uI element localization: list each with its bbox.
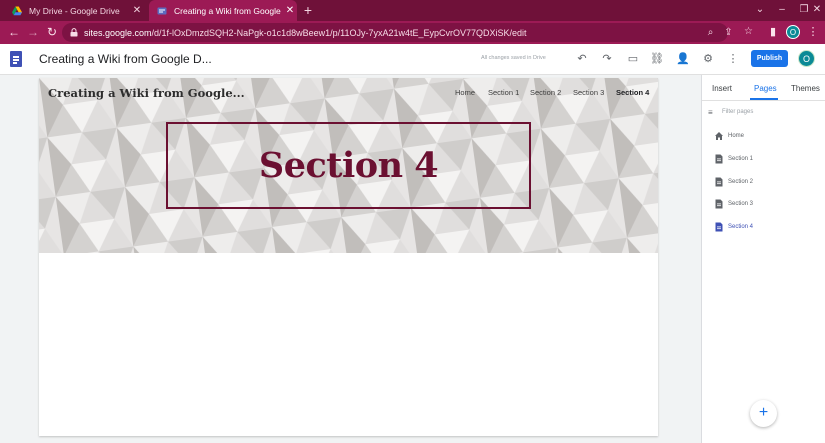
browser-profile-avatar[interactable]: O	[786, 25, 800, 39]
site-nav-section-2[interactable]: Section 2	[530, 88, 561, 97]
lock-icon	[70, 28, 78, 37]
page-item-section-1[interactable]: Section 1	[702, 152, 825, 168]
page-title-box[interactable]: Section 4	[166, 122, 531, 209]
more-vert-icon[interactable]: ⋮	[726, 52, 740, 66]
site-name[interactable]: Creating a Wiki from Google...	[48, 86, 245, 100]
url-path: /d/1f-lOxDmzdSQH2-NaPgk-o1c1d8wBeew1/p/1…	[151, 27, 527, 38]
page-title: Section 4	[258, 145, 439, 186]
close-icon[interactable]: ✕	[130, 5, 144, 16]
zoom-search-icon[interactable]: ⌕	[704, 26, 717, 39]
redo-icon[interactable]: ↷	[600, 52, 614, 66]
page-item-section-4[interactable]: Section 4	[702, 220, 825, 236]
url-host: sites.google.com	[84, 27, 152, 38]
page-icon	[715, 199, 723, 209]
preview-icon[interactable]: ▭	[626, 52, 640, 66]
right-panel: Insert Pages Themes ≡ Filter pages Home …	[701, 75, 825, 443]
add-page-button[interactable]: +	[750, 400, 777, 427]
site-nav-section-4[interactable]: Section 4	[616, 88, 649, 97]
page-item-label: Home	[728, 133, 745, 139]
google-sites-logo[interactable]	[10, 51, 22, 67]
share-person-icon[interactable]: 👤	[676, 52, 690, 66]
page-item-label: Section 4	[728, 224, 754, 230]
tab-themes[interactable]: Themes	[791, 84, 820, 93]
filter-pages-field[interactable]: ≡ Filter pages	[708, 108, 820, 120]
page-item-label: Section 1	[728, 156, 754, 162]
forward-arrow-icon[interactable]: →	[25, 24, 41, 40]
tab-title: My Drive - Google Drive	[29, 5, 120, 16]
page-item-home[interactable]: Home	[702, 129, 825, 145]
close-icon[interactable]: ✕	[283, 5, 297, 16]
browser-tab-strip: My Drive - Google Drive ✕ Creating a Wik…	[0, 0, 825, 21]
save-status: All changes saved in Drive	[481, 55, 546, 61]
home-icon	[715, 132, 723, 140]
minimize-icon[interactable]: –	[772, 2, 792, 18]
bookmark-star-icon[interactable]: ☆	[742, 25, 755, 38]
site-nav-home[interactable]: Home	[455, 88, 475, 97]
site-nav-section-3[interactable]: Section 3	[573, 88, 604, 97]
reload-icon[interactable]: ↻	[44, 24, 60, 40]
page-item-section-2[interactable]: Section 2	[702, 175, 825, 191]
panel-divider	[702, 100, 825, 101]
tab-pages[interactable]: Pages	[754, 84, 777, 93]
undo-icon[interactable]: ↶	[575, 52, 589, 66]
settings-gear-icon[interactable]: ⚙	[701, 52, 715, 66]
editor-canvas: Creating a Wiki from Google... Home Sect…	[0, 75, 700, 443]
publish-button[interactable]: Publish	[751, 50, 788, 67]
account-avatar[interactable]: O	[798, 50, 815, 67]
page-item-section-3[interactable]: Section 3	[702, 197, 825, 213]
google-drive-icon	[12, 6, 22, 15]
new-tab-button[interactable]: +	[301, 2, 315, 18]
url-text: sites.google.com/d/1f-lOxDmzdSQH2-NaPgk-…	[84, 28, 527, 38]
page-item-label: Section 3	[728, 201, 754, 207]
browser-toolbar: ← → ↻ sites.google.com/d/1f-lOxDmzdSQH2-…	[0, 21, 825, 44]
google-sites-icon	[157, 7, 167, 14]
link-icon[interactable]: ⛓	[650, 52, 664, 66]
sidebar-icon[interactable]: ▮	[766, 24, 780, 40]
site-page: Creating a Wiki from Google... Home Sect…	[39, 78, 658, 436]
site-nav-section-1[interactable]: Section 1	[488, 88, 519, 97]
browser-tab-sites[interactable]: Creating a Wiki from Google Do ✕	[149, 0, 297, 21]
sites-header: Creating a Wiki from Google D... All cha…	[0, 44, 825, 75]
more-vert-icon[interactable]: ⋮	[806, 24, 820, 40]
page-item-label: Section 2	[728, 179, 754, 185]
tab-title: Creating a Wiki from Google Do	[174, 5, 283, 16]
share-icon[interactable]: ⇪	[722, 26, 735, 39]
header-banner[interactable]: Creating a Wiki from Google... Home Sect…	[39, 78, 658, 253]
back-arrow-icon[interactable]: ←	[6, 24, 22, 40]
window-close-icon[interactable]: ✕	[810, 2, 824, 18]
page-icon	[715, 222, 723, 232]
page-icon	[715, 177, 723, 187]
browser-tab-drive[interactable]: My Drive - Google Drive ✕	[4, 0, 144, 21]
tab-insert[interactable]: Insert	[712, 84, 732, 93]
address-bar[interactable]: sites.google.com/d/1f-lOxDmzdSQH2-NaPgk-…	[62, 23, 753, 42]
chevron-down-icon[interactable]: ⌄	[750, 2, 770, 18]
active-tab-indicator	[750, 98, 778, 100]
filter-placeholder: Filter pages	[722, 109, 754, 115]
page-icon	[715, 154, 723, 164]
document-title[interactable]: Creating a Wiki from Google D...	[39, 52, 212, 66]
filter-icon: ≡	[708, 108, 713, 117]
